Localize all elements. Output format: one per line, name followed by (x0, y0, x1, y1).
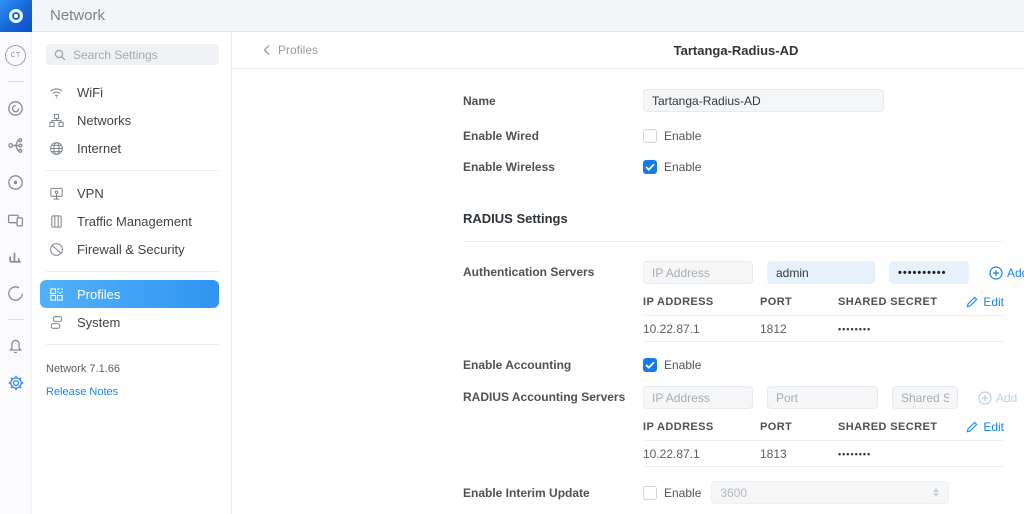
divider (7, 319, 24, 320)
top-bar: Network (0, 0, 1024, 32)
profile-header: Profiles Tartanga-Radius-AD (232, 32, 1024, 69)
accounting-ip-address-input[interactable] (643, 386, 753, 409)
check-icon (645, 361, 655, 369)
sidebar-item-system[interactable]: System (40, 308, 219, 336)
settings-sidebar: Search Settings WiFi Networks Internet V… (32, 32, 232, 514)
unifi-logo[interactable] (0, 0, 32, 32)
accounting-col-shared-secret: SHARED SECRET (838, 421, 938, 433)
topology-icon[interactable] (5, 134, 27, 156)
divider (643, 466, 1004, 467)
page-title: Tartanga-Radius-AD (673, 42, 799, 58)
traffic-icon (51, 214, 62, 228)
main-panel: Profiles Tartanga-Radius-AD Name Enable … (232, 32, 1024, 514)
search-placeholder: Search Settings (73, 47, 158, 62)
networks-icon (49, 113, 64, 127)
pencil-icon (966, 421, 978, 433)
divider (7, 81, 24, 82)
vpn-icon (50, 187, 63, 200)
auth-shared-secret-input[interactable] (889, 261, 969, 284)
radius-settings-heading: RADIUS Settings (463, 211, 568, 226)
wifi-icon (50, 87, 63, 98)
sidebar-item-profiles[interactable]: Profiles (40, 280, 219, 308)
profile-form: Name Enable Wired Enable Enable Wireless… (232, 69, 1024, 504)
auth-server-row: 10.22.87.1 1812 •••••••• (643, 321, 872, 336)
enable-wired-label: Enable Wired (463, 129, 539, 143)
divider (46, 170, 219, 171)
plus-circle-icon (989, 265, 1003, 280)
accounting-server-row: 10.22.87.1 1813 •••••••• (643, 446, 872, 461)
name-field[interactable] (643, 89, 884, 112)
insights-icon[interactable] (5, 282, 27, 304)
plus-circle-icon (978, 390, 992, 405)
globe-icon (50, 141, 63, 155)
enable-accounting-checkbox[interactable] (643, 358, 657, 372)
auth-ip-address-input[interactable] (643, 261, 753, 284)
sidebar-item-networks[interactable]: Networks (40, 106, 219, 134)
sidebar-item-vpn[interactable]: VPN (40, 179, 219, 207)
version-label: Network 7.1.66 (46, 363, 120, 375)
number-stepper-icon (933, 488, 940, 497)
sidebar-item-wifi[interactable]: WiFi (40, 78, 219, 106)
authentication-servers-label: Authentication Servers (463, 265, 595, 279)
chevron-left-icon (263, 45, 270, 55)
back-to-profiles-link[interactable]: Profiles (262, 43, 318, 57)
enable-interim-update-checkbox[interactable] (643, 485, 657, 500)
accounting-port-input[interactable] (767, 386, 878, 409)
auth-add-button[interactable]: Add (989, 266, 1024, 280)
account-avatar[interactable]: CT (5, 44, 27, 66)
icon-rail: CT (0, 32, 32, 514)
check-icon (645, 163, 655, 171)
firewall-icon (50, 242, 63, 256)
radius-accounting-servers-label: RADIUS Accounting Servers (463, 390, 626, 404)
radios-icon[interactable] (5, 171, 27, 193)
enable-interim-update-label: Enable Interim Update (463, 485, 590, 500)
enable-wireless-label: Enable Wireless (463, 160, 555, 174)
auth-edit-button[interactable]: Edit (966, 295, 1004, 309)
enable-wired-checkbox[interactable] (643, 129, 657, 143)
unifi-logo-icon (9, 8, 23, 23)
auth-col-port: PORT (760, 296, 793, 308)
divider (46, 344, 219, 345)
auth-col-shared-secret: SHARED SECRET (838, 296, 938, 308)
divider (46, 271, 219, 272)
release-notes-link[interactable]: Release Notes (46, 386, 231, 398)
accounting-edit-button[interactable]: Edit (966, 420, 1004, 434)
interim-update-interval-input[interactable] (711, 481, 950, 504)
enable-accounting-checkbox-label: Enable (664, 358, 702, 372)
search-icon (54, 49, 66, 60)
profiles-icon (50, 287, 63, 301)
settings-gear-icon[interactable] (5, 372, 27, 394)
dashboard-dial-icon[interactable] (5, 97, 27, 119)
accounting-col-port: PORT (760, 421, 793, 433)
name-label: Name (463, 93, 496, 108)
sidebar-item-firewall-security[interactable]: Firewall & Security (40, 235, 219, 263)
enable-interim-update-checkbox-label: Enable (664, 485, 702, 500)
accounting-add-button[interactable]: Add (978, 391, 1017, 405)
clients-devices-icon[interactable] (5, 208, 27, 230)
notifications-bell-icon[interactable] (5, 335, 27, 357)
search-input[interactable]: Search Settings (46, 44, 219, 65)
accounting-col-ip-address: IP ADDRESS (643, 421, 714, 433)
enable-wireless-checkbox[interactable] (643, 160, 657, 174)
accounting-shared-secret-input[interactable] (892, 386, 958, 409)
enable-wired-checkbox-label: Enable (664, 129, 702, 143)
sidebar-item-traffic-management[interactable]: Traffic Management (40, 207, 219, 235)
sidebar-item-internet[interactable]: Internet (40, 134, 219, 162)
divider (643, 341, 1004, 342)
enable-accounting-label: Enable Accounting (463, 358, 572, 372)
divider (463, 241, 1004, 242)
statistics-icon[interactable] (5, 245, 27, 267)
enable-wireless-checkbox-label: Enable (664, 160, 702, 174)
system-icon (50, 315, 63, 329)
auth-col-ip-address: IP ADDRESS (643, 296, 714, 308)
pencil-icon (966, 296, 978, 308)
app-title: Network (50, 7, 106, 24)
auth-username-input[interactable] (767, 261, 875, 284)
